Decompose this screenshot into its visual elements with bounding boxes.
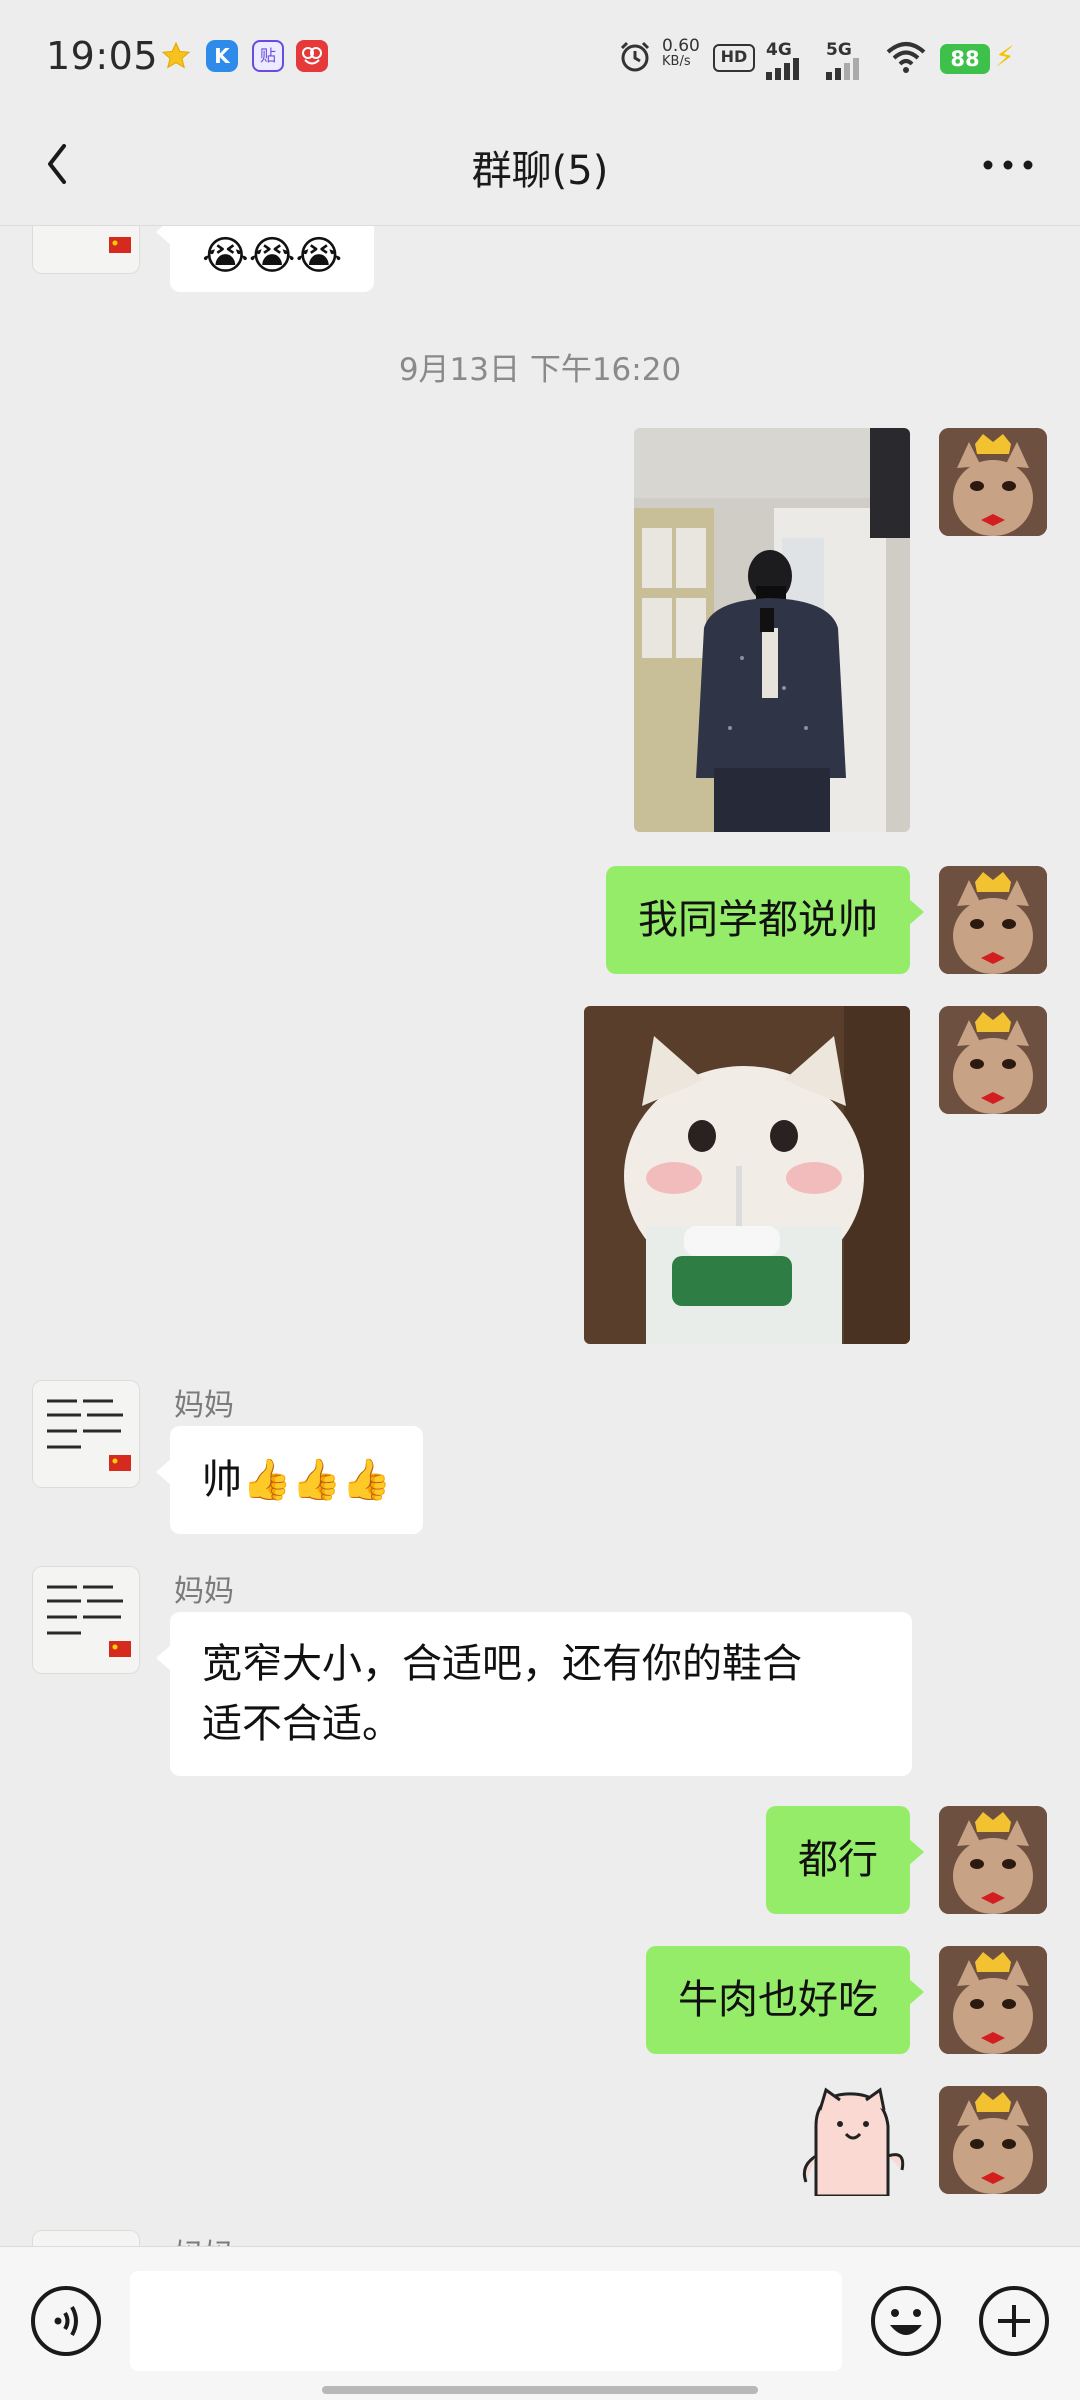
plus-icon[interactable] (976, 2283, 1052, 2359)
message-bubble-text[interactable]: 帅👍👍👍 (155, 1426, 424, 1534)
message-bubble-text[interactable]: 牛肉也好吃 (646, 1946, 924, 2054)
wifi-icon (886, 40, 926, 74)
sticker-pink-cat[interactable] (796, 2086, 910, 2196)
signal-5g-icon: 5G (826, 40, 862, 80)
message-bubble-text[interactable]: 都行 (766, 1806, 924, 1914)
message-text: 帅 (202, 1457, 242, 1503)
paste-app-icon: 贴 (252, 40, 284, 72)
status-time: 19:05 (46, 34, 159, 78)
avatar-self[interactable] (939, 2086, 1047, 2194)
message-text: 😭😭😭 (202, 233, 343, 279)
home-indicator[interactable] (322, 2386, 758, 2394)
net-speed: 0.60 KB/s (662, 38, 700, 70)
sender-name: 妈妈 (174, 1388, 234, 1423)
avatar-self[interactable] (939, 1946, 1047, 2054)
charging-icon: ⚡ (995, 40, 1015, 73)
message-text: 我同学都说帅 (638, 897, 878, 943)
message-text: 都行 (798, 1837, 878, 1883)
voice-icon[interactable] (28, 2283, 104, 2359)
chat-header: 群聊(5) (0, 110, 1080, 226)
emoji-icon[interactable] (868, 2283, 944, 2359)
page-title: 群聊(5) (471, 148, 609, 194)
net-speed-value: 0.60 (662, 36, 700, 56)
sender-name: 妈妈 (174, 2230, 234, 2246)
image-message-photo[interactable] (634, 428, 910, 832)
message-input[interactable] (130, 2271, 842, 2371)
message-bubble-text[interactable]: 宽窄大小，合适吧，还有你的鞋合 适不合适。 (156, 1612, 912, 1776)
net-speed-unit: KB/s (662, 54, 691, 69)
message-bubble-text[interactable]: 我同学都说帅 (606, 866, 924, 974)
avatar-mom[interactable] (32, 226, 140, 274)
message-timestamp: 9月13日 下午16:20 (398, 352, 682, 388)
message-text-line: 适不合适。 (202, 1701, 402, 1747)
avatar-self[interactable] (939, 428, 1047, 536)
thumbs-up-icon: 👍👍👍 (242, 1457, 392, 1503)
message-text: 牛肉也好吃 (678, 1977, 878, 2023)
red-app-icon (296, 40, 328, 72)
avatar-self[interactable] (939, 866, 1047, 974)
star-icon (160, 40, 192, 72)
signal-4g-icon: 4G (766, 40, 802, 80)
avatar-mom[interactable] (32, 2230, 140, 2246)
battery-icon: 88 (940, 44, 990, 74)
alarm-icon (618, 40, 652, 74)
message-text-line: 宽窄大小，合适吧，还有你的鞋合 (202, 1641, 802, 1687)
avatar-self[interactable] (939, 1006, 1047, 1114)
battery-level: 88 (950, 47, 980, 71)
status-bar: 19:05 K 贴 0.60 KB/s HD 4G 5G 88 ⚡ (0, 0, 1080, 110)
sig-4g-label: 4G (766, 40, 792, 60)
sig-5g-label: 5G (826, 40, 852, 60)
avatar-self[interactable] (939, 1806, 1047, 1914)
avatar-mom[interactable] (32, 1566, 140, 1674)
chat-screen: 19:05 K 贴 0.60 KB/s HD 4G 5G 88 ⚡ 群聊(5) … (0, 0, 1080, 2400)
hd-label: HD (720, 47, 748, 66)
sender-name: 妈妈 (174, 1574, 234, 1609)
more-dots-icon[interactable] (978, 150, 1038, 180)
avatar-mom[interactable] (32, 1380, 140, 1488)
message-bubble-emoji[interactable]: 😭😭😭 (155, 226, 375, 292)
chat-message-list[interactable]: 😭😭😭 9月13日 下午16:20 我同学都说帅 妈妈 帅👍👍👍 妈妈 宽窄大小… (0, 226, 1080, 2246)
message-input-bar (0, 2246, 1080, 2400)
hd-icon: HD (713, 44, 755, 72)
k-app-icon: K (206, 40, 238, 72)
image-message-cat-sticker[interactable] (584, 1006, 910, 1344)
